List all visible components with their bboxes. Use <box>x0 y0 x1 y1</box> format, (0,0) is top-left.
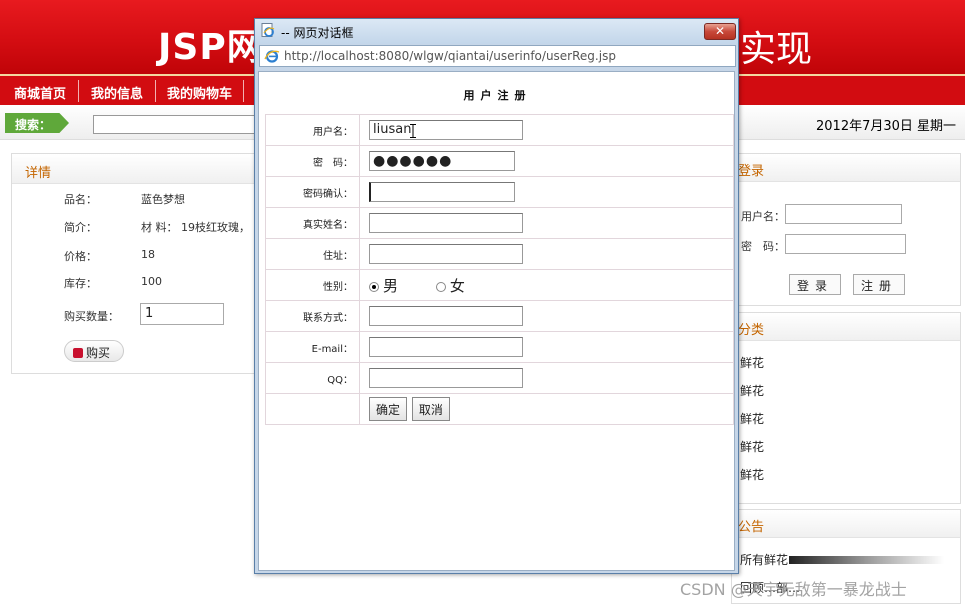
detail-label-qty: 购买数量： <box>64 310 119 323</box>
form-row-contact: 联系方式： <box>265 300 734 332</box>
nav-divider <box>155 80 156 102</box>
address-bar: http://localhost:8080/wlgw/qiantai/useri… <box>259 45 736 67</box>
gender-label: 性别： <box>265 269 360 301</box>
actions-spacer <box>265 393 360 425</box>
detail-value-stock: 100 <box>141 275 162 288</box>
password-label: 密 码： <box>265 145 360 177</box>
username-label: 用户名： <box>265 114 360 146</box>
password-confirm-label: 密码确认： <box>265 176 360 208</box>
current-date: 2012年7月30日 星期一 <box>816 119 957 134</box>
detail-heading: 详情 <box>12 154 260 184</box>
form-row-address: 住址： <box>265 238 734 270</box>
category-item[interactable]: 鲜花 <box>740 438 764 455</box>
notice-heading: 公告 <box>732 510 960 538</box>
nav-my-cart[interactable]: 我的购物车 <box>167 83 232 102</box>
form-row-username: 用户名： liusan <box>265 114 734 146</box>
dialog-content: 用户注册 用户名： liusan 密 码： ●●●●●● 密码确认： 真实姓名：… <box>258 71 735 571</box>
category-heading: 分类 <box>732 313 960 341</box>
site-title-left: JSP网 <box>158 27 264 68</box>
category-item[interactable]: 鲜花 <box>740 410 764 427</box>
form-row-password-confirm: 密码确认： <box>265 176 734 208</box>
login-password-label: 密 码： <box>741 240 785 253</box>
login-heading: 登录 <box>732 154 960 182</box>
web-dialog-window: -- 网页对话框 ✕ http://localhost:8080/wlgw/qi… <box>254 18 739 574</box>
email-input[interactable] <box>369 337 523 357</box>
product-detail-panel: 详情 品名： 蓝色梦想 简介： 材 料： 19枝红玫瑰， 价格： 18 库存： … <box>11 153 261 374</box>
address-input[interactable] <box>369 244 523 264</box>
detail-label-name: 品名： <box>64 193 97 206</box>
cancel-button[interactable]: 取消 <box>411 397 450 421</box>
login-password-input[interactable] <box>785 234 906 254</box>
notice-scroll-bar <box>789 556 944 564</box>
detail-label-price: 价格： <box>64 250 97 263</box>
detail-label-intro: 简介： <box>64 221 97 234</box>
form-row-realname: 真实姓名： <box>265 207 734 239</box>
register-button[interactable]: 注册 <box>853 274 905 295</box>
login-username-input[interactable] <box>785 204 902 224</box>
ie-address-icon <box>264 50 280 63</box>
nav-divider <box>243 80 244 102</box>
search-label: 搜索： <box>5 113 69 133</box>
contact-input[interactable] <box>369 306 523 326</box>
buy-button[interactable]: 购买 <box>64 340 124 362</box>
login-username-label: 用户名： <box>741 210 785 223</box>
detail-value-intro: 材 料： 19枝红玫瑰， <box>141 221 250 234</box>
notice-item[interactable]: 所有鲜花 <box>740 551 788 568</box>
gender-male-radio[interactable] <box>369 281 379 292</box>
realname-label: 真实姓名： <box>265 207 360 239</box>
category-item[interactable]: 鲜花 <box>740 354 764 371</box>
registration-form: 用户名： liusan 密 码： ●●●●●● 密码确认： 真实姓名： 住址： … <box>265 114 734 425</box>
ie-page-icon <box>261 23 275 37</box>
form-title: 用户注册 <box>463 89 532 102</box>
form-row-actions: 确定 取消 <box>265 393 734 425</box>
category-item[interactable]: 鲜花 <box>740 466 764 483</box>
gender-female-label: 女 <box>449 276 465 295</box>
detail-label-stock: 库存： <box>64 277 97 290</box>
nav-my-info[interactable]: 我的信息 <box>91 83 143 102</box>
address-url: http://localhost:8080/wlgw/qiantai/useri… <box>284 49 616 63</box>
quantity-input[interactable]: 1 <box>140 303 224 325</box>
text-cursor-icon <box>410 124 416 138</box>
password-input[interactable]: ●●●●●● <box>369 151 515 171</box>
category-panel: 分类 鲜花 鲜花 鲜花 鲜花 鲜花 <box>731 312 961 504</box>
confirm-button[interactable]: 确定 <box>369 397 408 421</box>
form-row-password: 密 码： ●●●●●● <box>265 145 734 177</box>
username-input[interactable]: liusan <box>369 120 523 140</box>
gender-female-radio[interactable] <box>435 281 446 292</box>
dialog-titlebar[interactable]: -- 网页对话框 ✕ <box>255 19 738 44</box>
qq-input[interactable] <box>369 368 523 388</box>
nav-divider <box>78 80 79 102</box>
category-item[interactable]: 鲜花 <box>740 382 764 399</box>
realname-input[interactable] <box>369 213 523 233</box>
form-row-email: E-mail： <box>265 331 734 363</box>
close-icon[interactable]: ✕ <box>704 23 736 40</box>
detail-value-price: 18 <box>141 248 155 261</box>
dialog-title: -- 网页对话框 <box>281 26 354 40</box>
form-row-gender: 性别： 男 女 <box>265 269 734 301</box>
form-row-qq: QQ： <box>265 362 734 394</box>
buy-button-label: 购买 <box>86 346 111 360</box>
contact-label: 联系方式： <box>265 300 360 332</box>
email-label: E-mail： <box>265 331 360 363</box>
cart-icon <box>73 348 83 358</box>
search-input[interactable] <box>93 115 258 134</box>
login-button[interactable]: 登录 <box>789 274 841 295</box>
qq-label: QQ： <box>265 362 360 394</box>
login-panel: 登录 用户名： 密 码： 登录 注册 <box>731 153 961 306</box>
watermark: CSDN @天宇无敌第一暴龙战士 <box>680 580 907 599</box>
detail-value-name: 蓝色梦想 <box>141 193 185 206</box>
site-title-right: 实现 <box>740 29 813 70</box>
address-label: 住址： <box>265 238 360 270</box>
password-confirm-input[interactable] <box>369 182 515 202</box>
gender-male-label: 男 <box>383 276 399 295</box>
nav-home[interactable]: 商城首页 <box>14 83 66 102</box>
